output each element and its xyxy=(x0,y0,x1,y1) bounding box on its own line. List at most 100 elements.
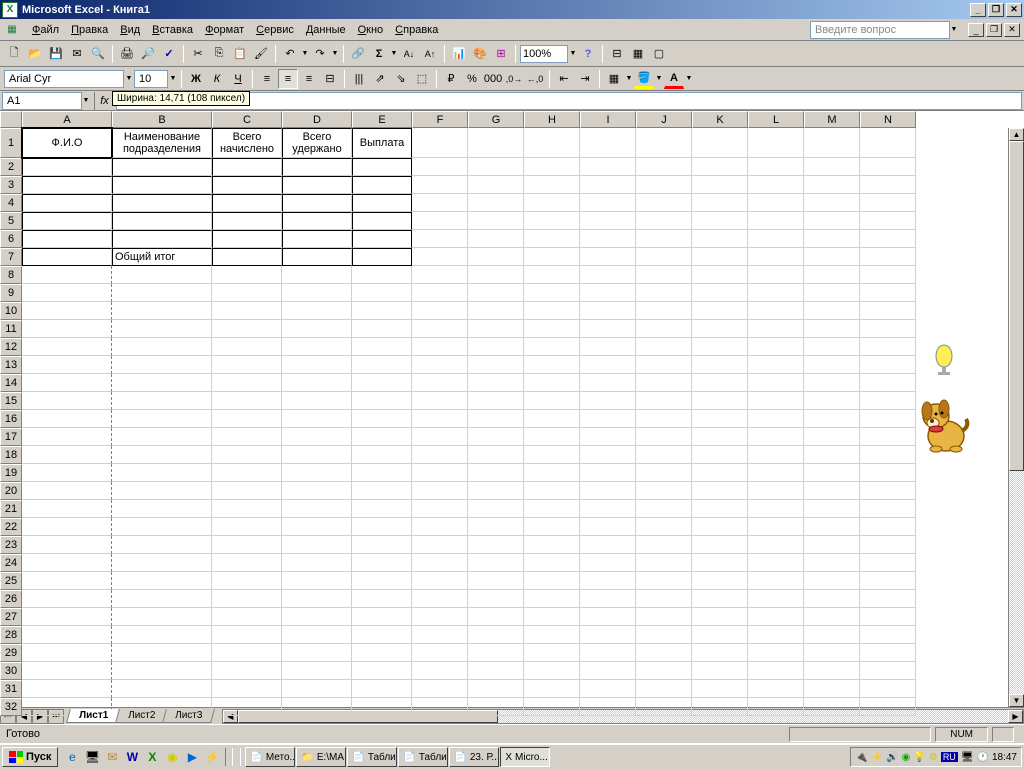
cell-D5[interactable] xyxy=(282,212,352,230)
cell-A9[interactable] xyxy=(22,284,112,302)
cell-I10[interactable] xyxy=(580,302,636,320)
cell-N12[interactable] xyxy=(860,338,916,356)
cell-B26[interactable] xyxy=(112,590,212,608)
cell-K22[interactable] xyxy=(692,518,748,536)
cell-E26[interactable] xyxy=(352,590,412,608)
cell-I2[interactable] xyxy=(580,158,636,176)
menu-вставка[interactable]: Вставка xyxy=(146,22,199,38)
restore-button[interactable]: ❐ xyxy=(988,3,1004,17)
cell-F10[interactable] xyxy=(412,302,468,320)
cell-K9[interactable] xyxy=(692,284,748,302)
cell-A18[interactable] xyxy=(22,446,112,464)
cell-K14[interactable] xyxy=(692,374,748,392)
cell-F31[interactable] xyxy=(412,680,468,698)
cell-E23[interactable] xyxy=(352,536,412,554)
cell-C22[interactable] xyxy=(212,518,282,536)
cell-M2[interactable] xyxy=(804,158,860,176)
row-header-12[interactable]: 12 xyxy=(0,338,22,356)
cell-F19[interactable] xyxy=(412,464,468,482)
sheet-tab-Лист3[interactable]: Лист3 xyxy=(163,709,216,723)
preview-button[interactable]: 🔎 xyxy=(138,44,158,64)
cell-G10[interactable] xyxy=(468,302,524,320)
cell-H5[interactable] xyxy=(524,212,580,230)
cell-M3[interactable] xyxy=(804,176,860,194)
cell-A22[interactable] xyxy=(22,518,112,536)
cell-K26[interactable] xyxy=(692,590,748,608)
cell-H13[interactable] xyxy=(524,356,580,374)
cell-K20[interactable] xyxy=(692,482,748,500)
cell-L15[interactable] xyxy=(748,392,804,410)
cell-B23[interactable] xyxy=(112,536,212,554)
cell-F1[interactable] xyxy=(412,128,468,158)
sort-asc-button[interactable]: A↓ xyxy=(399,44,419,64)
cell-K10[interactable] xyxy=(692,302,748,320)
fill-color-button[interactable]: 🪣 xyxy=(634,69,654,89)
cell-A16[interactable] xyxy=(22,410,112,428)
menu-правка[interactable]: Правка xyxy=(65,22,114,38)
tray-icon[interactable]: ⚙ xyxy=(929,752,938,763)
menu-окно[interactable]: Окно xyxy=(352,22,390,38)
excel-ql-icon[interactable]: X xyxy=(143,748,161,766)
currency-button[interactable]: ₽ xyxy=(441,69,461,89)
cell-C2[interactable] xyxy=(212,158,282,176)
row-header-28[interactable]: 28 xyxy=(0,626,22,644)
cell-H19[interactable] xyxy=(524,464,580,482)
cell-L29[interactable] xyxy=(748,644,804,662)
cell-N15[interactable] xyxy=(860,392,916,410)
cell-K4[interactable] xyxy=(692,194,748,212)
cell-K19[interactable] xyxy=(692,464,748,482)
help-button[interactable]: ? xyxy=(578,44,598,64)
cell-H14[interactable] xyxy=(524,374,580,392)
row-header-31[interactable]: 31 xyxy=(0,680,22,698)
cell-J25[interactable] xyxy=(636,572,692,590)
cell-L17[interactable] xyxy=(748,428,804,446)
menu-справка[interactable]: Справка xyxy=(389,22,444,38)
cell-H9[interactable] xyxy=(524,284,580,302)
cell-B20[interactable] xyxy=(112,482,212,500)
row-header-13[interactable]: 13 xyxy=(0,356,22,374)
row-header-8[interactable]: 8 xyxy=(0,266,22,284)
cell-M30[interactable] xyxy=(804,662,860,680)
zoom-box[interactable]: 100% xyxy=(520,45,568,63)
cell-J27[interactable] xyxy=(636,608,692,626)
cell-E4[interactable] xyxy=(352,194,412,212)
name-box[interactable]: A1 xyxy=(2,92,82,110)
cell-E29[interactable] xyxy=(352,644,412,662)
cell-L6[interactable] xyxy=(748,230,804,248)
cell-C23[interactable] xyxy=(212,536,282,554)
cells-area[interactable]: Ф.И.ОНаименование подразделенияВсего нач… xyxy=(22,128,1024,707)
clock[interactable]: 18:47 xyxy=(992,752,1017,763)
cell-N14[interactable] xyxy=(860,374,916,392)
spellcheck-button[interactable]: ✓ xyxy=(159,44,179,64)
cell-D6[interactable] xyxy=(282,230,352,248)
chart-button[interactable]: 📊 xyxy=(449,44,469,64)
italic-button[interactable]: К xyxy=(207,69,227,89)
cell-M29[interactable] xyxy=(804,644,860,662)
cell-J20[interactable] xyxy=(636,482,692,500)
doc-restore-button[interactable]: ❐ xyxy=(986,23,1002,37)
cell-E20[interactable] xyxy=(352,482,412,500)
cell-C14[interactable] xyxy=(212,374,282,392)
doc-close-button[interactable]: ✕ xyxy=(1004,23,1020,37)
cell-B1[interactable]: Наименование подразделения xyxy=(112,128,212,158)
cell-I4[interactable] xyxy=(580,194,636,212)
cell-G9[interactable] xyxy=(468,284,524,302)
wrap-text-button[interactable]: ⬚ xyxy=(412,69,432,89)
cell-C10[interactable] xyxy=(212,302,282,320)
row-header-10[interactable]: 10 xyxy=(0,302,22,320)
cell-C3[interactable] xyxy=(212,176,282,194)
cell-L7[interactable] xyxy=(748,248,804,266)
border-tb-button[interactable]: ⊟ xyxy=(607,44,627,64)
cell-H18[interactable] xyxy=(524,446,580,464)
cell-G13[interactable] xyxy=(468,356,524,374)
cell-G14[interactable] xyxy=(468,374,524,392)
cell-J10[interactable] xyxy=(636,302,692,320)
tray-icon[interactable]: 💡 xyxy=(913,752,925,763)
cell-M6[interactable] xyxy=(804,230,860,248)
cell-A12[interactable] xyxy=(22,338,112,356)
ie-icon[interactable]: e xyxy=(63,748,81,766)
tray-icon[interactable]: 🖥 xyxy=(961,752,974,763)
cell-D27[interactable] xyxy=(282,608,352,626)
cell-G3[interactable] xyxy=(468,176,524,194)
redo-button[interactable]: ↷ xyxy=(310,44,330,64)
